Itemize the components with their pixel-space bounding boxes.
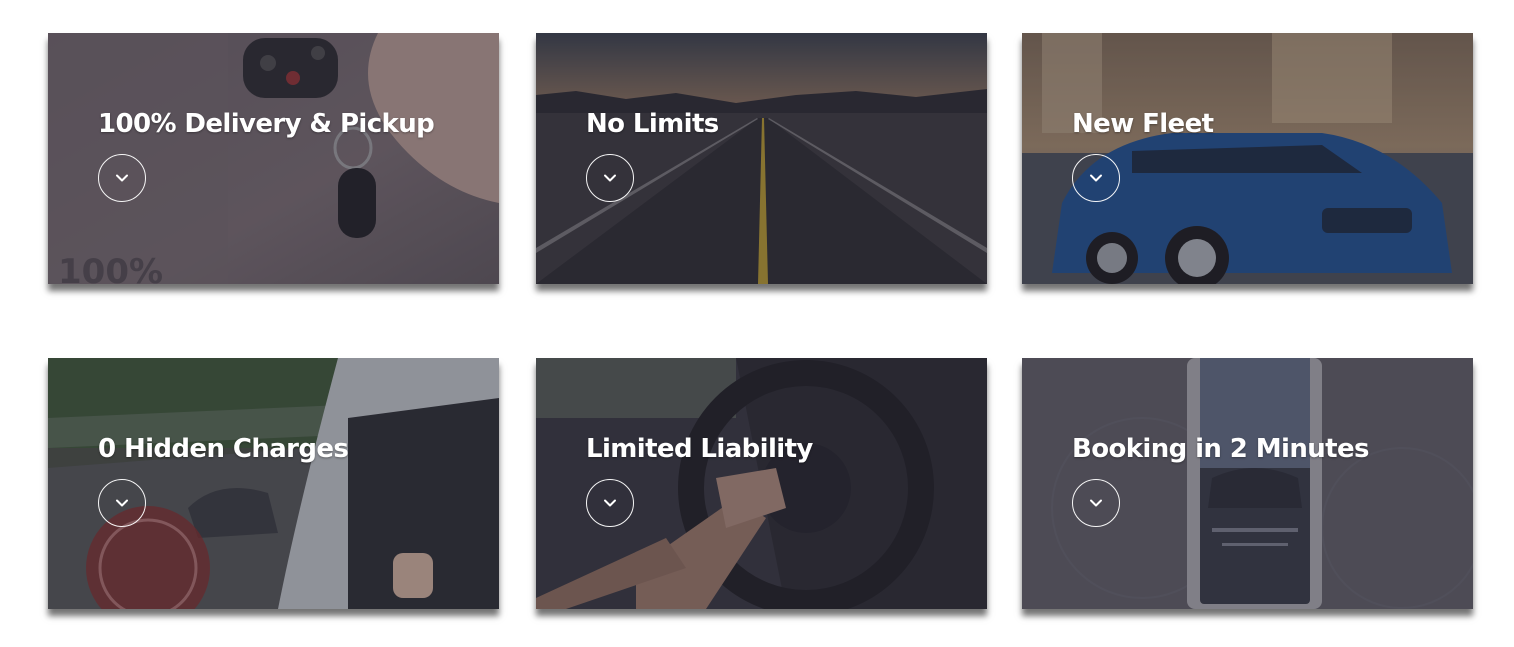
- card-title: 0 Hidden Charges: [98, 434, 349, 464]
- chevron-down-icon: [116, 499, 128, 507]
- feature-grid: 100% 100% Delivery & Pickup No Limits Ne…: [0, 0, 1514, 647]
- expand-toggle-button[interactable]: [98, 479, 146, 527]
- chevron-down-icon: [1090, 499, 1102, 507]
- feature-card-new-fleet[interactable]: New Fleet: [1022, 33, 1473, 284]
- card-title: Limited Liability: [586, 434, 813, 464]
- expand-toggle-button[interactable]: [1072, 479, 1120, 527]
- chevron-down-icon: [1090, 174, 1102, 182]
- card-title: Booking in 2 Minutes: [1072, 434, 1369, 464]
- feature-card-hidden-charges[interactable]: 0 Hidden Charges: [48, 358, 499, 609]
- chevron-down-icon: [604, 174, 616, 182]
- feature-card-no-limits[interactable]: No Limits: [536, 33, 987, 284]
- expand-toggle-button[interactable]: [98, 154, 146, 202]
- expand-toggle-button[interactable]: [586, 479, 634, 527]
- feature-card-delivery-pickup[interactable]: 100% 100% Delivery & Pickup: [48, 33, 499, 284]
- feature-card-booking[interactable]: Booking in 2 Minutes: [1022, 358, 1473, 609]
- expand-toggle-button[interactable]: [1072, 154, 1120, 202]
- chevron-down-icon: [116, 174, 128, 182]
- chevron-down-icon: [604, 499, 616, 507]
- card-title: New Fleet: [1072, 109, 1214, 139]
- expand-toggle-button[interactable]: [586, 154, 634, 202]
- card-title: 100% Delivery & Pickup: [98, 109, 435, 139]
- card-title: No Limits: [586, 109, 719, 139]
- feature-card-limited-liability[interactable]: Limited Liability: [536, 358, 987, 609]
